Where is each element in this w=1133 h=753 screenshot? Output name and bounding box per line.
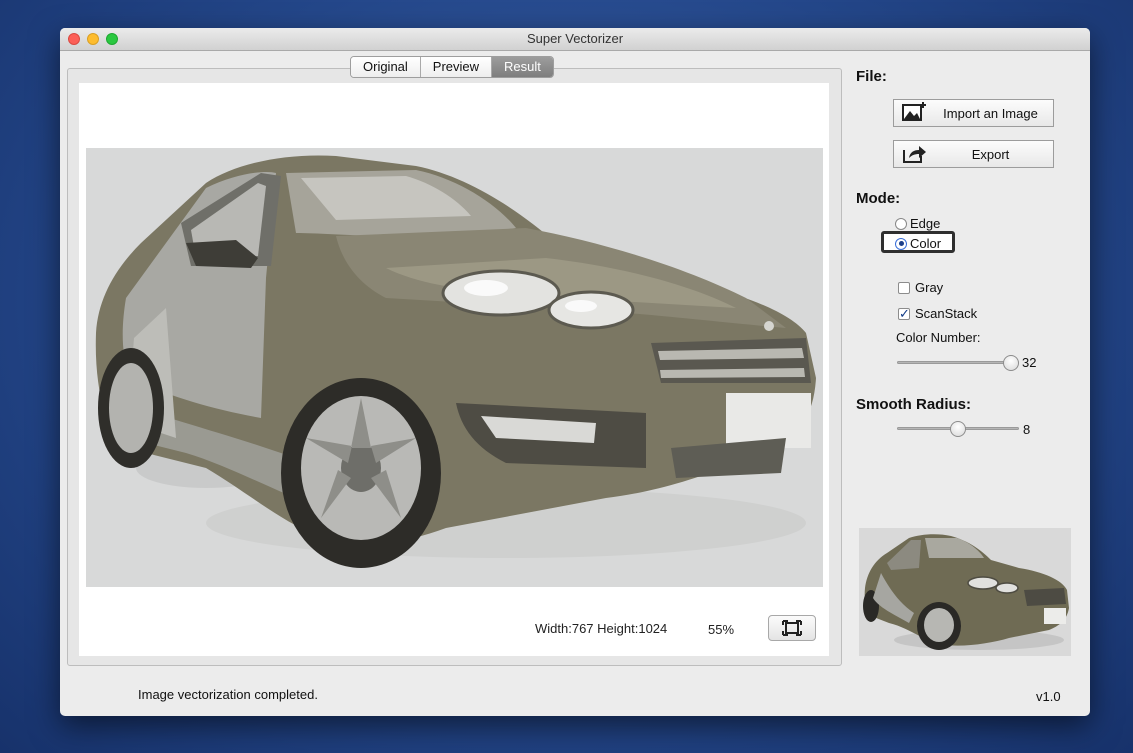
import-image-button[interactable]: Import an Image	[893, 99, 1054, 127]
scanstack-label: ScanStack	[915, 306, 978, 321]
gray-checkbox[interactable]: Gray	[898, 280, 943, 295]
status-message: Image vectorization completed.	[138, 687, 318, 702]
share-export-icon	[894, 143, 934, 165]
tab-preview[interactable]: Preview	[420, 57, 493, 77]
zoom-level: 55%	[708, 622, 735, 637]
fit-to-window-button[interactable]	[768, 615, 816, 641]
scanstack-checkbox[interactable]: ScanStack	[898, 306, 978, 322]
mode-edge-label: Edge	[910, 216, 941, 231]
smooth-radius-slider[interactable]	[897, 421, 1019, 437]
vectorized-image	[86, 148, 823, 587]
export-button-label: Export	[971, 146, 1010, 162]
image-dimensions: Width:767 Height:1024	[535, 621, 668, 636]
gray-label: Gray	[915, 280, 944, 295]
mode-color-label: Color	[910, 236, 942, 251]
tab-result[interactable]: Result	[492, 57, 553, 77]
image-import-icon	[894, 102, 934, 124]
gray-check-box[interactable]	[898, 281, 910, 294]
export-button[interactable]: Export	[893, 140, 1054, 168]
radio-button-edge[interactable]	[895, 217, 907, 230]
result-canvas: Width:767 Height:1024 55%	[79, 83, 829, 656]
color-number-track	[897, 361, 1019, 364]
version-label: v1.0	[1036, 689, 1061, 704]
color-number-knob[interactable]	[1003, 355, 1019, 371]
vectorized-car-image	[95, 155, 817, 568]
original-thumbnail	[859, 528, 1071, 656]
app-window: Super Vectorizer Original Preview Result	[60, 28, 1090, 716]
title-bar: Super Vectorizer	[60, 28, 1090, 51]
color-number-value: 32	[1022, 355, 1037, 370]
window-title: Super Vectorizer	[526, 31, 624, 46]
smooth-radius-label: Smooth Radius:	[856, 396, 971, 413]
color-number-slider[interactable]	[897, 355, 1019, 371]
file-section-label: File:	[856, 68, 887, 85]
mode-color-radio[interactable]: Color	[895, 236, 941, 251]
view-tab-bar: Original Preview Result	[350, 56, 554, 78]
smooth-radius-knob[interactable]	[950, 421, 966, 437]
tab-original[interactable]: Original	[351, 57, 421, 77]
fit-to-window-icon	[782, 620, 802, 636]
scanstack-check-box[interactable]	[898, 306, 910, 322]
import-button-label: Import an Image	[943, 105, 1038, 121]
color-number-label: Color Number:	[896, 330, 981, 345]
mode-section-label: Mode:	[856, 190, 901, 207]
thumbnail-car-image	[859, 528, 1071, 656]
radio-button-color[interactable]	[895, 237, 907, 250]
mode-edge-radio[interactable]: Edge	[895, 216, 940, 231]
smooth-radius-value: 8	[1023, 422, 1031, 437]
